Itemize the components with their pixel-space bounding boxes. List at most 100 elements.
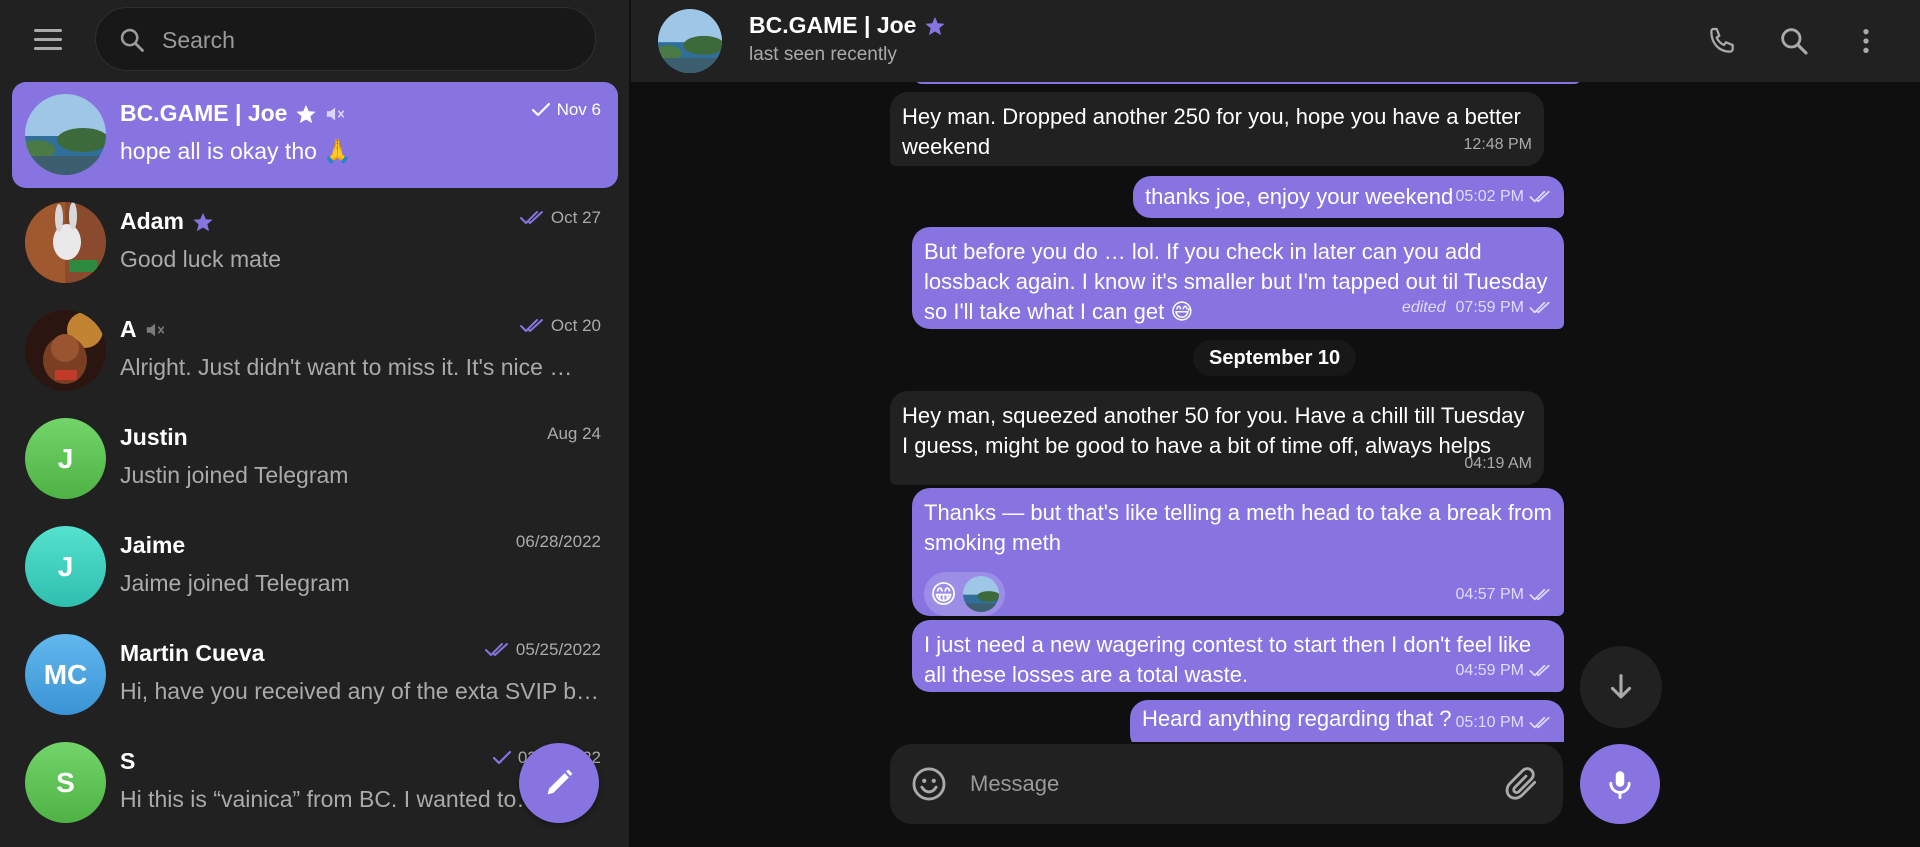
avatar	[25, 202, 106, 283]
double-check-icon	[1529, 190, 1550, 203]
chat-list: BC.GAME | Joe Nov 6 hope all is okay tho…	[12, 82, 618, 838]
double-check-icon	[1529, 588, 1550, 601]
chat-item-a[interactable]: A Oct 20 Alright. Just didn't want to mi…	[12, 298, 618, 404]
muted-icon	[146, 323, 164, 336]
message-outgoing[interactable]: But before you do … lol. If you check in…	[912, 227, 1564, 329]
chat-preview: Good luck mate	[120, 246, 282, 272]
message-meta: edited 07:59 PM	[1402, 293, 1552, 323]
chat-preview: Hi, have you received any of the exta SV…	[120, 678, 600, 704]
chat-date: Oct 20	[519, 316, 601, 336]
avatar: MC	[25, 634, 106, 715]
star-icon	[925, 16, 946, 35]
message-incoming[interactable]: Hey man. Dropped another 250 for you, ho…	[890, 92, 1544, 166]
chat-date: Aug 24	[547, 424, 601, 443]
chat-date: 05/25/2022	[484, 640, 601, 660]
reaction-emoji: 😁	[930, 579, 958, 609]
chat-item-jaime[interactable]: J Jaime 06/28/2022 Jaime joined Telegram	[12, 514, 618, 620]
message-meta: 04:57 PM	[1456, 580, 1552, 610]
chat-preview: Jaime joined Telegram	[120, 570, 350, 596]
avatar[interactable]	[658, 9, 722, 73]
double-check-icon	[519, 211, 543, 224]
message-input[interactable]	[970, 764, 1470, 804]
star-icon	[296, 104, 317, 123]
message-outgoing[interactable]: thanks joe, enjoy your weekend 05:02 PM	[1133, 176, 1564, 218]
pencil-icon	[547, 769, 573, 795]
chat-preview: Justin joined Telegram	[120, 462, 349, 488]
chat-item-martin-cueva[interactable]: MC Martin Cueva 05/25/2022 Hi, have you …	[12, 622, 618, 728]
chat-name-text: BC.GAME | Joe	[120, 100, 288, 126]
new-message-button[interactable]	[519, 743, 599, 823]
chat-item-adam[interactable]: Adam Oct 27 Good luck mate	[12, 190, 618, 296]
chat-name: S	[120, 748, 136, 774]
hamburger-menu-icon[interactable]	[34, 22, 72, 56]
chat-date: Nov 6	[531, 100, 601, 120]
message-meta: 12:48 PM	[1463, 136, 1532, 153]
message-bubble-partial	[914, 82, 1582, 84]
chat-name: Adam	[120, 208, 214, 235]
message-text: Hey man. Dropped another 250 for you, ho…	[902, 104, 1521, 159]
emoji-icon[interactable]	[910, 765, 948, 803]
phone-icon	[1710, 27, 1734, 53]
edited-label: edited	[1401, 299, 1446, 316]
more-vertical-icon	[1863, 29, 1869, 53]
avatar	[25, 94, 106, 175]
search-icon	[120, 28, 144, 52]
avatar: J	[25, 418, 106, 499]
chat-name: BC.GAME | Joe	[120, 100, 347, 127]
message-outgoing[interactable]: Thanks — but that's like telling a meth …	[912, 488, 1564, 616]
avatar: J	[25, 526, 106, 607]
search-chat-button[interactable]	[1771, 18, 1817, 64]
chat-name: Justin	[120, 424, 188, 450]
message-meta: 04:59 PM	[1456, 656, 1552, 686]
arrow-down-icon	[1610, 674, 1632, 699]
avatar	[963, 576, 1000, 612]
chat-date: Oct 27	[519, 208, 601, 228]
message-composer	[890, 744, 1563, 824]
chat-preview: hope all is okay tho 🙏	[120, 138, 352, 164]
microphone-icon	[1609, 771, 1631, 799]
avatar	[25, 310, 106, 391]
paperclip-icon[interactable]	[1503, 765, 1541, 803]
single-check-icon	[531, 102, 550, 117]
double-check-icon	[1529, 664, 1550, 677]
message-meta: 05:02 PM	[1456, 182, 1552, 212]
message-text: I just need a new wagering contest to st…	[924, 632, 1532, 687]
chat-item-bc-game-joe[interactable]: BC.GAME | Joe Nov 6 hope all is okay tho…	[12, 82, 618, 188]
telegram-app: BC.GAME | Joe Nov 6 hope all is okay tho…	[0, 0, 1920, 847]
search-input[interactable]	[162, 20, 562, 60]
chat-header[interactable]: BC.GAME | Joe last seen recently	[631, 0, 1920, 82]
double-check-icon	[519, 319, 543, 332]
message-text: Thanks — but that's like telling a meth …	[924, 500, 1552, 555]
chat-name: A	[120, 316, 167, 343]
message-text: Hey man, squeezed another 50 for you. Ha…	[902, 403, 1525, 458]
star-icon	[193, 212, 213, 231]
double-check-icon	[1529, 716, 1550, 729]
message-text: Heard anything regarding that ?	[1142, 706, 1452, 731]
message-text: thanks joe, enjoy your weekend	[1145, 184, 1454, 209]
scroll-to-bottom-button[interactable]	[1580, 646, 1662, 728]
sidebar: BC.GAME | Joe Nov 6 hope all is okay tho…	[0, 0, 630, 847]
chat-preview: Alright. Just didn't want to miss it. It…	[120, 354, 573, 380]
message-meta: 05:10 PM	[1456, 708, 1552, 738]
sidebar-header	[0, 0, 630, 78]
search-icon	[1781, 28, 1808, 55]
call-button[interactable]	[1699, 18, 1745, 64]
message-list[interactable]: Hey man. Dropped another 250 for you, ho…	[631, 82, 1920, 742]
chat-status: last seen recently	[749, 44, 897, 65]
reaction-chip[interactable]: 😁	[924, 572, 1006, 616]
chat-name: Jaime	[120, 532, 186, 558]
chat-name: Martin Cueva	[120, 640, 265, 666]
message-incoming[interactable]: Hey man, squeezed another 50 for you. Ha…	[890, 391, 1544, 485]
chat-panel: BC.GAME | Joe last seen recently Hey man…	[631, 0, 1920, 847]
chat-item-justin[interactable]: J Justin Aug 24 Justin joined Telegram	[12, 406, 618, 512]
double-check-icon	[484, 643, 508, 656]
muted-icon	[327, 107, 345, 120]
message-outgoing[interactable]: Heard anything regarding that ? 05:10 PM	[1130, 700, 1564, 742]
avatar: S	[25, 742, 106, 823]
more-options-button[interactable]	[1843, 18, 1889, 64]
voice-record-button[interactable]	[1580, 744, 1660, 824]
message-meta: 04:19 AM	[1464, 455, 1532, 472]
double-check-icon	[1529, 301, 1550, 314]
search-box[interactable]	[95, 7, 596, 71]
message-outgoing[interactable]: I just need a new wagering contest to st…	[912, 620, 1564, 692]
